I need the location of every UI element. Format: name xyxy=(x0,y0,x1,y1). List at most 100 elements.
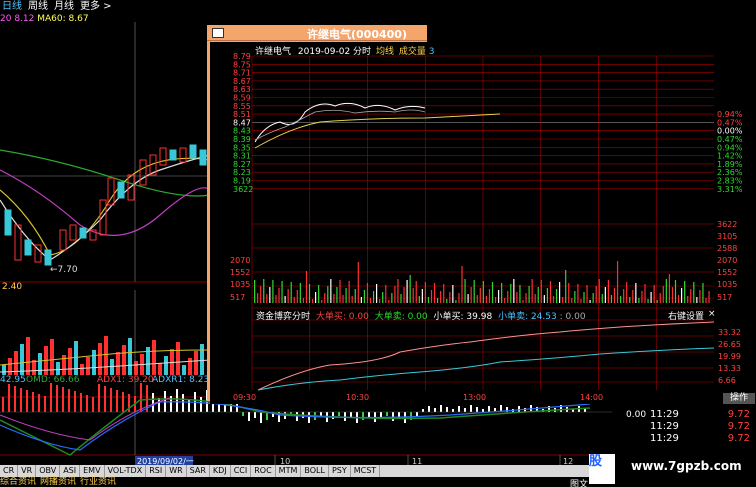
close-icon[interactable]: × xyxy=(708,309,716,319)
indicator-tab-mtm[interactable]: MTM xyxy=(276,465,302,477)
indicator-tab-emv[interactable]: EMV xyxy=(80,465,105,477)
indicator-left-value: 42.95 xyxy=(0,375,26,385)
money-game-header: 资金博弈分时 大单买: 0.00 大单卖: 0.00 小单买: 39.98 小单… xyxy=(256,309,586,322)
intraday-chart-area[interactable] xyxy=(210,42,755,404)
indicator-tab-boll[interactable]: BOLL xyxy=(301,465,329,477)
indicator-tab-rsi[interactable]: RSI xyxy=(146,465,167,477)
volume-bar-27 xyxy=(164,356,168,375)
news-tab-1[interactable]: 网播资讯 xyxy=(40,477,76,487)
intraday-header: 许继电气 2019-09-02 分时 均线 成交量 3 xyxy=(255,44,434,57)
operate-button[interactable]: 操作 xyxy=(723,393,755,404)
ma-value: 8.12 xyxy=(14,14,35,24)
volume-bar-21 xyxy=(128,338,132,375)
header-avg: 均线 xyxy=(375,47,394,57)
macd-bar-41 xyxy=(248,412,250,421)
macd-bar-76 xyxy=(458,406,460,412)
macd-bar-10 xyxy=(62,387,64,412)
volume-bar-32 xyxy=(194,351,198,375)
candle-2 xyxy=(24,239,32,256)
macd-bar-70 xyxy=(422,409,424,412)
candle-16 xyxy=(169,149,177,161)
indicator-tab-psy[interactable]: PSY xyxy=(329,465,351,477)
tab-weekly[interactable]: 周线 xyxy=(28,0,48,13)
candle-1 xyxy=(14,224,22,261)
candle-6 xyxy=(69,224,77,241)
ma-prefix: 20 xyxy=(0,14,12,24)
game-small-buy: 小单买: 39.98 xyxy=(433,312,493,322)
macd-bar-74 xyxy=(446,407,448,412)
indicator-tab-cci[interactable]: CCI xyxy=(231,465,252,477)
candlesticks xyxy=(4,144,207,266)
volume-bar-22 xyxy=(134,361,138,375)
indicator-tab-sar[interactable]: SAR xyxy=(187,465,210,477)
macd-line-magenta xyxy=(0,397,171,441)
macd-bar-56 xyxy=(338,412,340,416)
tab-monthly[interactable]: 月线 xyxy=(54,0,74,13)
macd-bar-7 xyxy=(44,396,46,412)
macd-bar-3 xyxy=(20,388,22,412)
volume-bar-26 xyxy=(158,363,162,375)
volume-bar-11 xyxy=(68,348,72,375)
macd-bar-23 xyxy=(140,383,142,412)
indicator-tab-vr[interactable]: VR xyxy=(18,465,37,477)
macd-bar-25 xyxy=(152,393,154,412)
tick-time: 11:29 xyxy=(650,421,679,432)
macd-bar-81 xyxy=(488,406,490,412)
macd-bar-17 xyxy=(104,386,106,412)
tick-row: 11:29 9.72 xyxy=(612,421,756,433)
macd-bar-55 xyxy=(332,412,334,419)
indicator-tab-cr[interactable]: CR xyxy=(0,465,19,477)
tab-more[interactable]: 更多 > xyxy=(80,0,112,13)
macd-bar-8 xyxy=(50,383,52,412)
macd-bar-29 xyxy=(176,389,178,412)
ma-line-magenta xyxy=(0,169,211,236)
macd-bar-18 xyxy=(110,388,112,412)
news-tab-2[interactable]: 行业资讯 xyxy=(80,477,116,487)
ma-line-green xyxy=(0,149,211,197)
volume-bar-3 xyxy=(20,344,24,375)
macd-bar-33 xyxy=(200,397,202,412)
ma60-value: 8.67 xyxy=(68,14,89,24)
indicator-tab-obv[interactable]: OBV xyxy=(36,465,61,477)
volume-bar-14 xyxy=(86,357,90,375)
volume-bar-20 xyxy=(122,345,126,375)
volume-bar-25 xyxy=(152,340,156,375)
news-tab-0[interactable]: 综合资讯 xyxy=(0,477,36,487)
indicator-tab-vol-tdx[interactable]: VOL-TDX xyxy=(105,465,147,477)
game-extra: : 0.00 xyxy=(559,312,586,322)
candle-19 xyxy=(199,149,207,166)
candle-0 xyxy=(4,209,12,236)
candle-12 xyxy=(127,174,135,201)
indicator-tab-kdj[interactable]: KDJ xyxy=(210,465,231,477)
macd-bar-77 xyxy=(464,408,466,412)
macd-bar-15 xyxy=(92,397,94,412)
window-icon xyxy=(212,28,224,38)
game-big-sell: 大单卖: 0.00 xyxy=(374,312,428,322)
indicator-tab-roc[interactable]: ROC xyxy=(251,465,276,477)
indicator-toolbar: CR VR OBV ASI EMV VOL-TDX RSI WR SAR KDJ CCI ROC MTM… xyxy=(0,465,612,477)
tab-daily[interactable]: 日线 xyxy=(2,0,22,13)
candle-4 xyxy=(44,249,52,266)
popup-titlebar[interactable]: 许继电气(000400) xyxy=(207,25,427,41)
game-label: 资金博弈分时 xyxy=(256,312,311,322)
watermark-logo: 股 xyxy=(589,454,615,484)
low-price-label: ←7.70 xyxy=(50,265,78,275)
indicator-tab-mcst[interactable]: MCST xyxy=(351,465,381,477)
macd-bar-78 xyxy=(470,405,472,412)
volume-bar-6 xyxy=(38,353,42,375)
indicator-tab-asi[interactable]: ASI xyxy=(60,465,81,477)
indicator-omd: OMD: 66.66 xyxy=(26,375,80,385)
macd-bar-16 xyxy=(98,384,100,412)
indicator-adxr: ADXR1: 8.23 xyxy=(152,375,209,385)
header-date: 2019-09-02 分时 xyxy=(297,47,372,57)
graphic-text-label[interactable]: 图文 xyxy=(570,477,588,487)
indicator-adx: ADX1: 39.20 xyxy=(97,375,154,385)
right-click-settings[interactable]: 右键设置 xyxy=(668,309,704,322)
volume-bar-4 xyxy=(26,337,30,375)
candle-15 xyxy=(159,147,167,166)
indicator-tab-wr[interactable]: WR xyxy=(166,465,187,477)
volume-bar-0 xyxy=(2,365,6,375)
volume-bar-15 xyxy=(92,350,96,375)
news-tabs: 综合资讯 网播资讯 行业资讯 xyxy=(0,477,612,487)
macd-bar-51 xyxy=(308,412,310,423)
